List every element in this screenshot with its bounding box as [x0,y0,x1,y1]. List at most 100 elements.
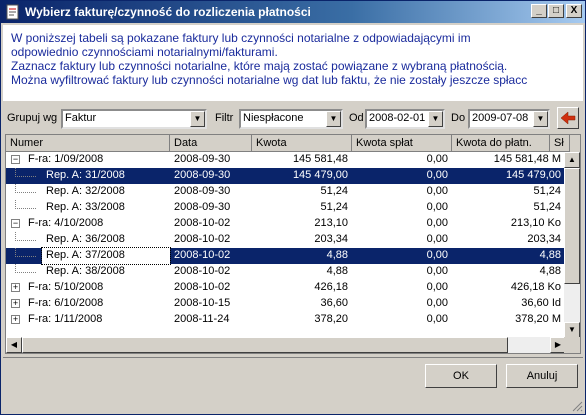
to-date-picker[interactable]: 2009-07-08 ▼ [468,109,550,129]
resize-grip-icon[interactable] [571,400,583,412]
from-date-picker[interactable]: 2008-02-01 ▼ [365,109,445,129]
maximize-button[interactable]: □ [548,4,564,18]
horizontal-scrollbar[interactable]: ◀ ▶ [6,337,566,353]
collapse-icon[interactable]: − [11,155,20,164]
tree-line [15,200,36,209]
invoice-row[interactable]: F-ra: 1/11/2008 2008-11-24 378,20 0,00 378,2… [6,312,565,328]
deed-row[interactable]: Rep. A: 31/2008 2008-09-30 145 479,00 0,00 1… [6,168,565,184]
deed-row[interactable]: Rep. A: 32/2008 2008-09-30 51,24 0,00 51,24 [6,184,565,200]
deed-row[interactable]: Rep. A: 36/2008 2008-10-02 203,34 0,00 203,3… [6,232,565,248]
filter-value: Niespłacone [243,112,304,124]
title-bar[interactable]: Wybierz fakturę/czynność do rozliczenia … [1,1,585,23]
back-button[interactable] [557,107,579,129]
cell-do_platn: 426,18 Ko [510,281,561,293]
cell-numer: F-ra: 6/10/2008 [28,297,104,309]
cell-numer: F-ra: 1/11/2008 [28,313,103,325]
chevron-down-icon[interactable]: ▼ [533,111,548,127]
column-header-sl[interactable]: Sł [550,135,570,152]
cell-data: 2008-11-24 [174,313,230,325]
tree-line [15,248,36,257]
cell-kwota: 203,34 [314,233,348,245]
info-line: Zaznacz faktury lub czynności notarialne… [11,59,508,73]
chevron-down-icon[interactable]: ▼ [428,111,443,127]
cell-data: 2008-10-15 [174,297,231,309]
column-header-numer[interactable]: Numer [6,135,170,152]
window-title: Wybierz fakturę/czynność do rozliczenia … [25,5,311,19]
scroll-down-button[interactable]: ▼ [564,322,580,338]
cell-numer: Rep. A: 31/2008 [46,169,125,181]
vertical-scroll-thumb[interactable] [564,168,580,284]
cell-data: 2008-10-02 [174,233,231,245]
cell-kwota: 4,88 [326,249,348,261]
cell-kwota: 213,10 [314,217,348,229]
cell-splat: 0,00 [426,297,448,309]
cancel-button[interactable]: Anuluj [506,364,578,388]
cell-numer: Rep. A: 38/2008 [46,265,125,277]
info-line: odpowiednio czynnościami notarialnymi/fa… [11,45,278,59]
info-panel: W poniższej tabeli są pokazane faktury l… [3,25,583,101]
cell-do_platn: 378,20 M [515,313,561,325]
cell-splat: 0,00 [426,201,448,213]
expand-icon[interactable]: + [11,283,20,292]
cell-do_platn: 203,34 [527,233,561,245]
horizontal-scroll-thumb[interactable] [22,337,508,353]
cell-kwota: 426,18 [314,281,348,293]
cell-splat: 0,00 [426,249,448,261]
invoice-row[interactable]: F-ra: 5/10/2008 2008-10-02 426,18 0,00 426,1… [6,280,565,296]
cell-kwota: 51,24 [320,185,348,197]
scroll-up-button[interactable]: ▲ [564,152,580,168]
cell-splat: 0,00 [426,281,448,293]
cell-splat: 0,00 [426,185,448,197]
tree-line [15,232,36,241]
close-button[interactable]: X [566,4,582,18]
vertical-scrollbar[interactable]: ▲ ▼ [564,152,580,338]
cell-data: 2008-09-30 [174,185,231,197]
group-by-label: Grupuj wg [7,112,58,124]
cell-kwota: 378,20 [314,313,348,325]
cell-kwota: 36,60 [320,297,348,309]
deed-row[interactable]: Rep. A: 37/2008 2008-10-02 4,88 0,00 4,88 [6,247,565,265]
cell-do_platn: 145 479,00 [505,169,561,181]
chevron-down-icon[interactable]: ▼ [326,111,341,127]
to-date-value: 2009-07-08 [472,112,529,124]
column-header-kwota-splat[interactable]: Kwota spłat [352,135,452,152]
deed-row[interactable]: Rep. A: 38/2008 2008-10-02 4,88 0,00 4,88 [6,264,565,280]
cell-data: 2008-09-30 [174,169,231,181]
cell-data: 2008-10-02 [174,217,231,229]
deed-row[interactable]: Rep. A: 33/2008 2008-09-30 51,24 0,00 51,24 [6,200,565,216]
column-header-data[interactable]: Data [170,135,252,152]
scroll-left-button[interactable]: ◀ [6,337,22,353]
expand-icon[interactable]: + [11,299,20,308]
cell-data: 2008-10-02 [174,249,231,261]
chevron-down-icon[interactable]: ▼ [190,111,205,127]
invoice-row[interactable]: F-ra: 1/09/2008 2008-09-30 145 581,48 0,00 1… [6,152,565,168]
cell-splat: 0,00 [426,313,448,325]
column-header-kwota-do-platnosci[interactable]: Kwota do płatn. [452,135,550,152]
cell-do_platn: 145 581,48 M [493,153,561,165]
collapse-icon[interactable]: − [11,219,20,228]
cell-do_platn: 4,88 [539,249,561,261]
cell-do_platn: 36,60 Id [521,297,561,309]
cell-numer: F-ra: 4/10/2008 [28,217,104,229]
expand-icon[interactable]: + [11,315,20,324]
group-by-select[interactable]: Faktur ▼ [61,109,207,129]
cell-do_platn: 4,88 [539,265,561,277]
cell-splat: 0,00 [426,217,448,229]
invoice-row[interactable]: F-ra: 4/10/2008 2008-10-02 213,10 0,00 213,1… [6,216,565,232]
cell-splat: 0,00 [426,169,448,181]
cell-numer: Rep. A: 37/2008 [41,247,171,265]
cell-data: 2008-09-30 [174,153,231,165]
filter-select[interactable]: Niespłacone ▼ [239,109,343,129]
filter-bar: Grupuj wg Faktur ▼ Filtr Niespłacone ▼ O… [1,105,585,131]
arrow-left-icon [560,111,576,125]
cell-kwota: 145 479,00 [292,169,348,181]
cell-data: 2008-09-30 [174,201,231,213]
invoice-grid[interactable]: Numer Data Kwota Kwota spłat Kwota do pł… [5,134,581,354]
column-header-kwota[interactable]: Kwota [252,135,352,152]
ok-button[interactable]: OK [425,364,497,388]
minimize-button[interactable]: _ [531,4,547,18]
filter-label: Filtr [215,112,234,124]
invoice-row[interactable]: F-ra: 6/10/2008 2008-10-15 36,60 0,00 36,60 … [6,296,565,312]
cell-numer: Rep. A: 33/2008 [46,201,125,213]
info-line: W poniższej tabeli są pokazane faktury l… [11,31,471,45]
